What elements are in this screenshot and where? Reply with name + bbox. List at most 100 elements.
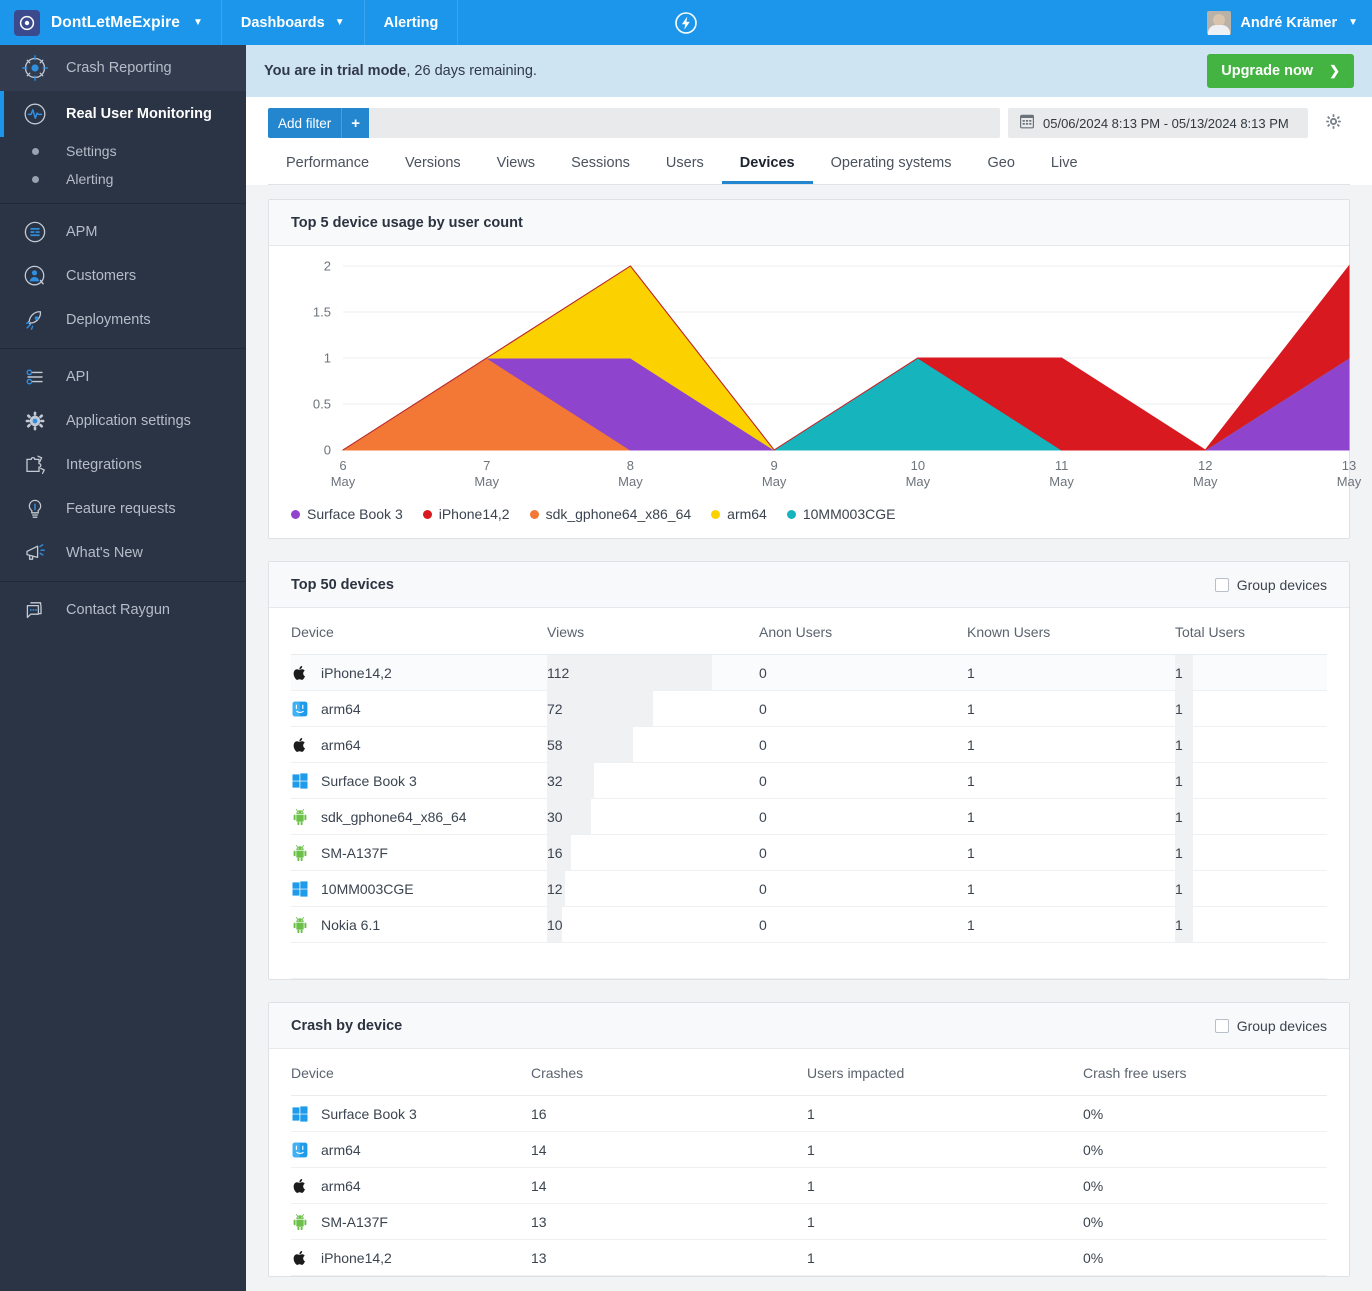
- tab-views[interactable]: Views: [479, 146, 553, 184]
- sidebar-item-apm[interactable]: APM: [0, 210, 246, 254]
- nav-alerting[interactable]: Alerting: [365, 0, 459, 45]
- device-name: arm64: [321, 1178, 361, 1194]
- sidebar-item-crash-reporting[interactable]: Crash Reporting: [0, 45, 246, 91]
- column-crash-free-users[interactable]: Crash free users: [1083, 1049, 1327, 1096]
- sidebar-item-label: Real User Monitoring: [66, 106, 212, 122]
- sidebar-item-integrations[interactable]: Integrations: [0, 443, 246, 487]
- cell-device: Nokia 6.1: [291, 907, 547, 943]
- devices-card-title: Top 50 devices: [291, 577, 394, 593]
- user-menu[interactable]: André Krämer ▼: [1197, 0, 1372, 45]
- sidebar-item-api[interactable]: API: [0, 355, 246, 399]
- cell-users-impacted: 1: [807, 1096, 1083, 1132]
- tab-geo[interactable]: Geo: [970, 146, 1033, 184]
- cell-device: SM-A137F: [291, 835, 547, 871]
- sidebar-item-label: API: [66, 369, 89, 385]
- svg-text:7: 7: [483, 458, 490, 473]
- tab-performance[interactable]: Performance: [268, 146, 387, 184]
- cell-crashes: 14: [531, 1168, 807, 1204]
- add-filter-button[interactable]: Add filter: [268, 108, 341, 138]
- bullet-icon: [20, 148, 50, 155]
- column-anon-users[interactable]: Anon Users: [759, 608, 967, 655]
- sidebar-item-customers[interactable]: Customers: [0, 254, 246, 298]
- svg-text:0: 0: [324, 443, 331, 458]
- date-range-picker[interactable]: 05/06/2024 8:13 PM - 05/13/2024 8:13 PM: [1008, 108, 1308, 138]
- table-row[interactable]: arm6458011: [291, 727, 1327, 763]
- table-row[interactable]: 10MM003CGE12011: [291, 871, 1327, 907]
- legend-item-sdk-gphone64-x86-64[interactable]: sdk_gphone64_x86_64: [530, 506, 692, 522]
- device-name: SM-A137F: [321, 845, 388, 861]
- sidebar-item-application-settings[interactable]: Application settings: [0, 399, 246, 443]
- tab-versions[interactable]: Versions: [387, 146, 479, 184]
- avatar: [1207, 11, 1231, 35]
- nav-dashboards[interactable]: Dashboards ▼: [222, 0, 365, 45]
- svg-text:May: May: [1049, 474, 1074, 489]
- cell-device: sdk_gphone64_x86_64: [291, 799, 547, 835]
- legend-item-10mm003cge[interactable]: 10MM003CGE: [787, 506, 896, 522]
- column-users-impacted[interactable]: Users impacted: [807, 1049, 1083, 1096]
- tab-users[interactable]: Users: [648, 146, 722, 184]
- column-total-users[interactable]: Total Users: [1175, 608, 1327, 655]
- tab-operating-systems[interactable]: Operating systems: [813, 146, 970, 184]
- column-crashes[interactable]: Crashes: [531, 1049, 807, 1096]
- legend-item-arm64[interactable]: arm64: [711, 506, 767, 522]
- sidebar-item-feature-requests[interactable]: Feature requests: [0, 487, 246, 531]
- sidebar-item-settings[interactable]: Settings: [0, 137, 246, 165]
- sidebar-item-whats-new[interactable]: What's New: [0, 531, 246, 575]
- group-devices-checkbox[interactable]: [1215, 1019, 1229, 1033]
- table-row[interactable]: Surface Book 31610%: [291, 1096, 1327, 1132]
- windows-icon: [291, 880, 309, 898]
- legend-item-surface-book-3[interactable]: Surface Book 3: [291, 506, 403, 522]
- column-known-users[interactable]: Known Users: [967, 608, 1175, 655]
- table-row[interactable]: Surface Book 332011: [291, 763, 1327, 799]
- filter-input-container[interactable]: Add filter +: [268, 108, 1000, 138]
- sidebar-item-label: Deployments: [66, 312, 151, 328]
- sidebar-item-label: APM: [66, 224, 97, 240]
- cell-views: 72: [547, 691, 759, 727]
- table-row[interactable]: iPhone14,2112011: [291, 655, 1327, 691]
- column-views[interactable]: Views: [547, 608, 759, 655]
- chevron-down-icon: ▼: [335, 17, 345, 28]
- group-devices-toggle[interactable]: Group devices: [1215, 1018, 1327, 1034]
- table-row[interactable]: Nokia 6.110011: [291, 907, 1327, 943]
- crash-card-title: Crash by device: [291, 1018, 402, 1034]
- table-row[interactable]: SM-A137F16011: [291, 835, 1327, 871]
- cell-anon-users: 0: [759, 727, 967, 763]
- table-row[interactable]: arm641410%: [291, 1168, 1327, 1204]
- user-name: André Krämer: [1240, 15, 1337, 31]
- table-row[interactable]: SM-A137F1310%: [291, 1204, 1327, 1240]
- windows-icon: [291, 772, 309, 790]
- tab-sessions[interactable]: Sessions: [553, 146, 648, 184]
- upgrade-now-button[interactable]: Upgrade now ❯: [1207, 54, 1354, 88]
- column-device[interactable]: Device: [291, 1049, 531, 1096]
- bullet-icon: [20, 176, 50, 183]
- group-devices-checkbox[interactable]: [1215, 578, 1229, 592]
- svg-text:1.5: 1.5: [313, 305, 331, 320]
- lightning-bolt-circle-icon[interactable]: [673, 10, 699, 36]
- cell-total-users: 1: [1175, 835, 1327, 871]
- tab-live[interactable]: Live: [1033, 146, 1096, 184]
- page-body: Top 5 device usage by user count 00.511.…: [246, 185, 1372, 1277]
- cell-device: iPhone14,2: [291, 1240, 531, 1276]
- legend-item-iphone14-2[interactable]: iPhone14,2: [423, 506, 510, 522]
- table-row[interactable]: sdk_gphone64_x86_6430011: [291, 799, 1327, 835]
- sidebar-group-products2: APM Customers Deployments: [0, 204, 246, 349]
- sidebar-item-alerting[interactable]: Alerting: [0, 165, 246, 193]
- sidebar-item-deployments[interactable]: Deployments: [0, 298, 246, 342]
- add-filter-plus-icon[interactable]: +: [341, 108, 369, 138]
- cell-anon-users: 0: [759, 799, 967, 835]
- table-row[interactable]: arm641410%: [291, 1132, 1327, 1168]
- sidebar-item-contact-raygun[interactable]: Contact Raygun: [0, 588, 246, 632]
- chevron-down-icon: ▼: [193, 17, 203, 28]
- tab-devices[interactable]: Devices: [722, 146, 813, 184]
- cell-known-users: 1: [967, 655, 1175, 691]
- table-row[interactable]: arm6472011: [291, 691, 1327, 727]
- svg-text:8: 8: [627, 458, 634, 473]
- table-row[interactable]: iPhone14,21310%: [291, 1240, 1327, 1276]
- column-device[interactable]: Device: [291, 608, 547, 655]
- device-name: SM-A137F: [321, 1214, 388, 1230]
- app-switcher[interactable]: DontLetMeExpire ▼: [0, 0, 222, 45]
- group-devices-toggle[interactable]: Group devices: [1215, 577, 1327, 593]
- dashboard-settings-button[interactable]: [1316, 108, 1350, 138]
- trial-message-rest: , 26 days remaining.: [406, 63, 537, 79]
- sidebar-item-real-user-monitoring[interactable]: Real User Monitoring: [0, 91, 246, 137]
